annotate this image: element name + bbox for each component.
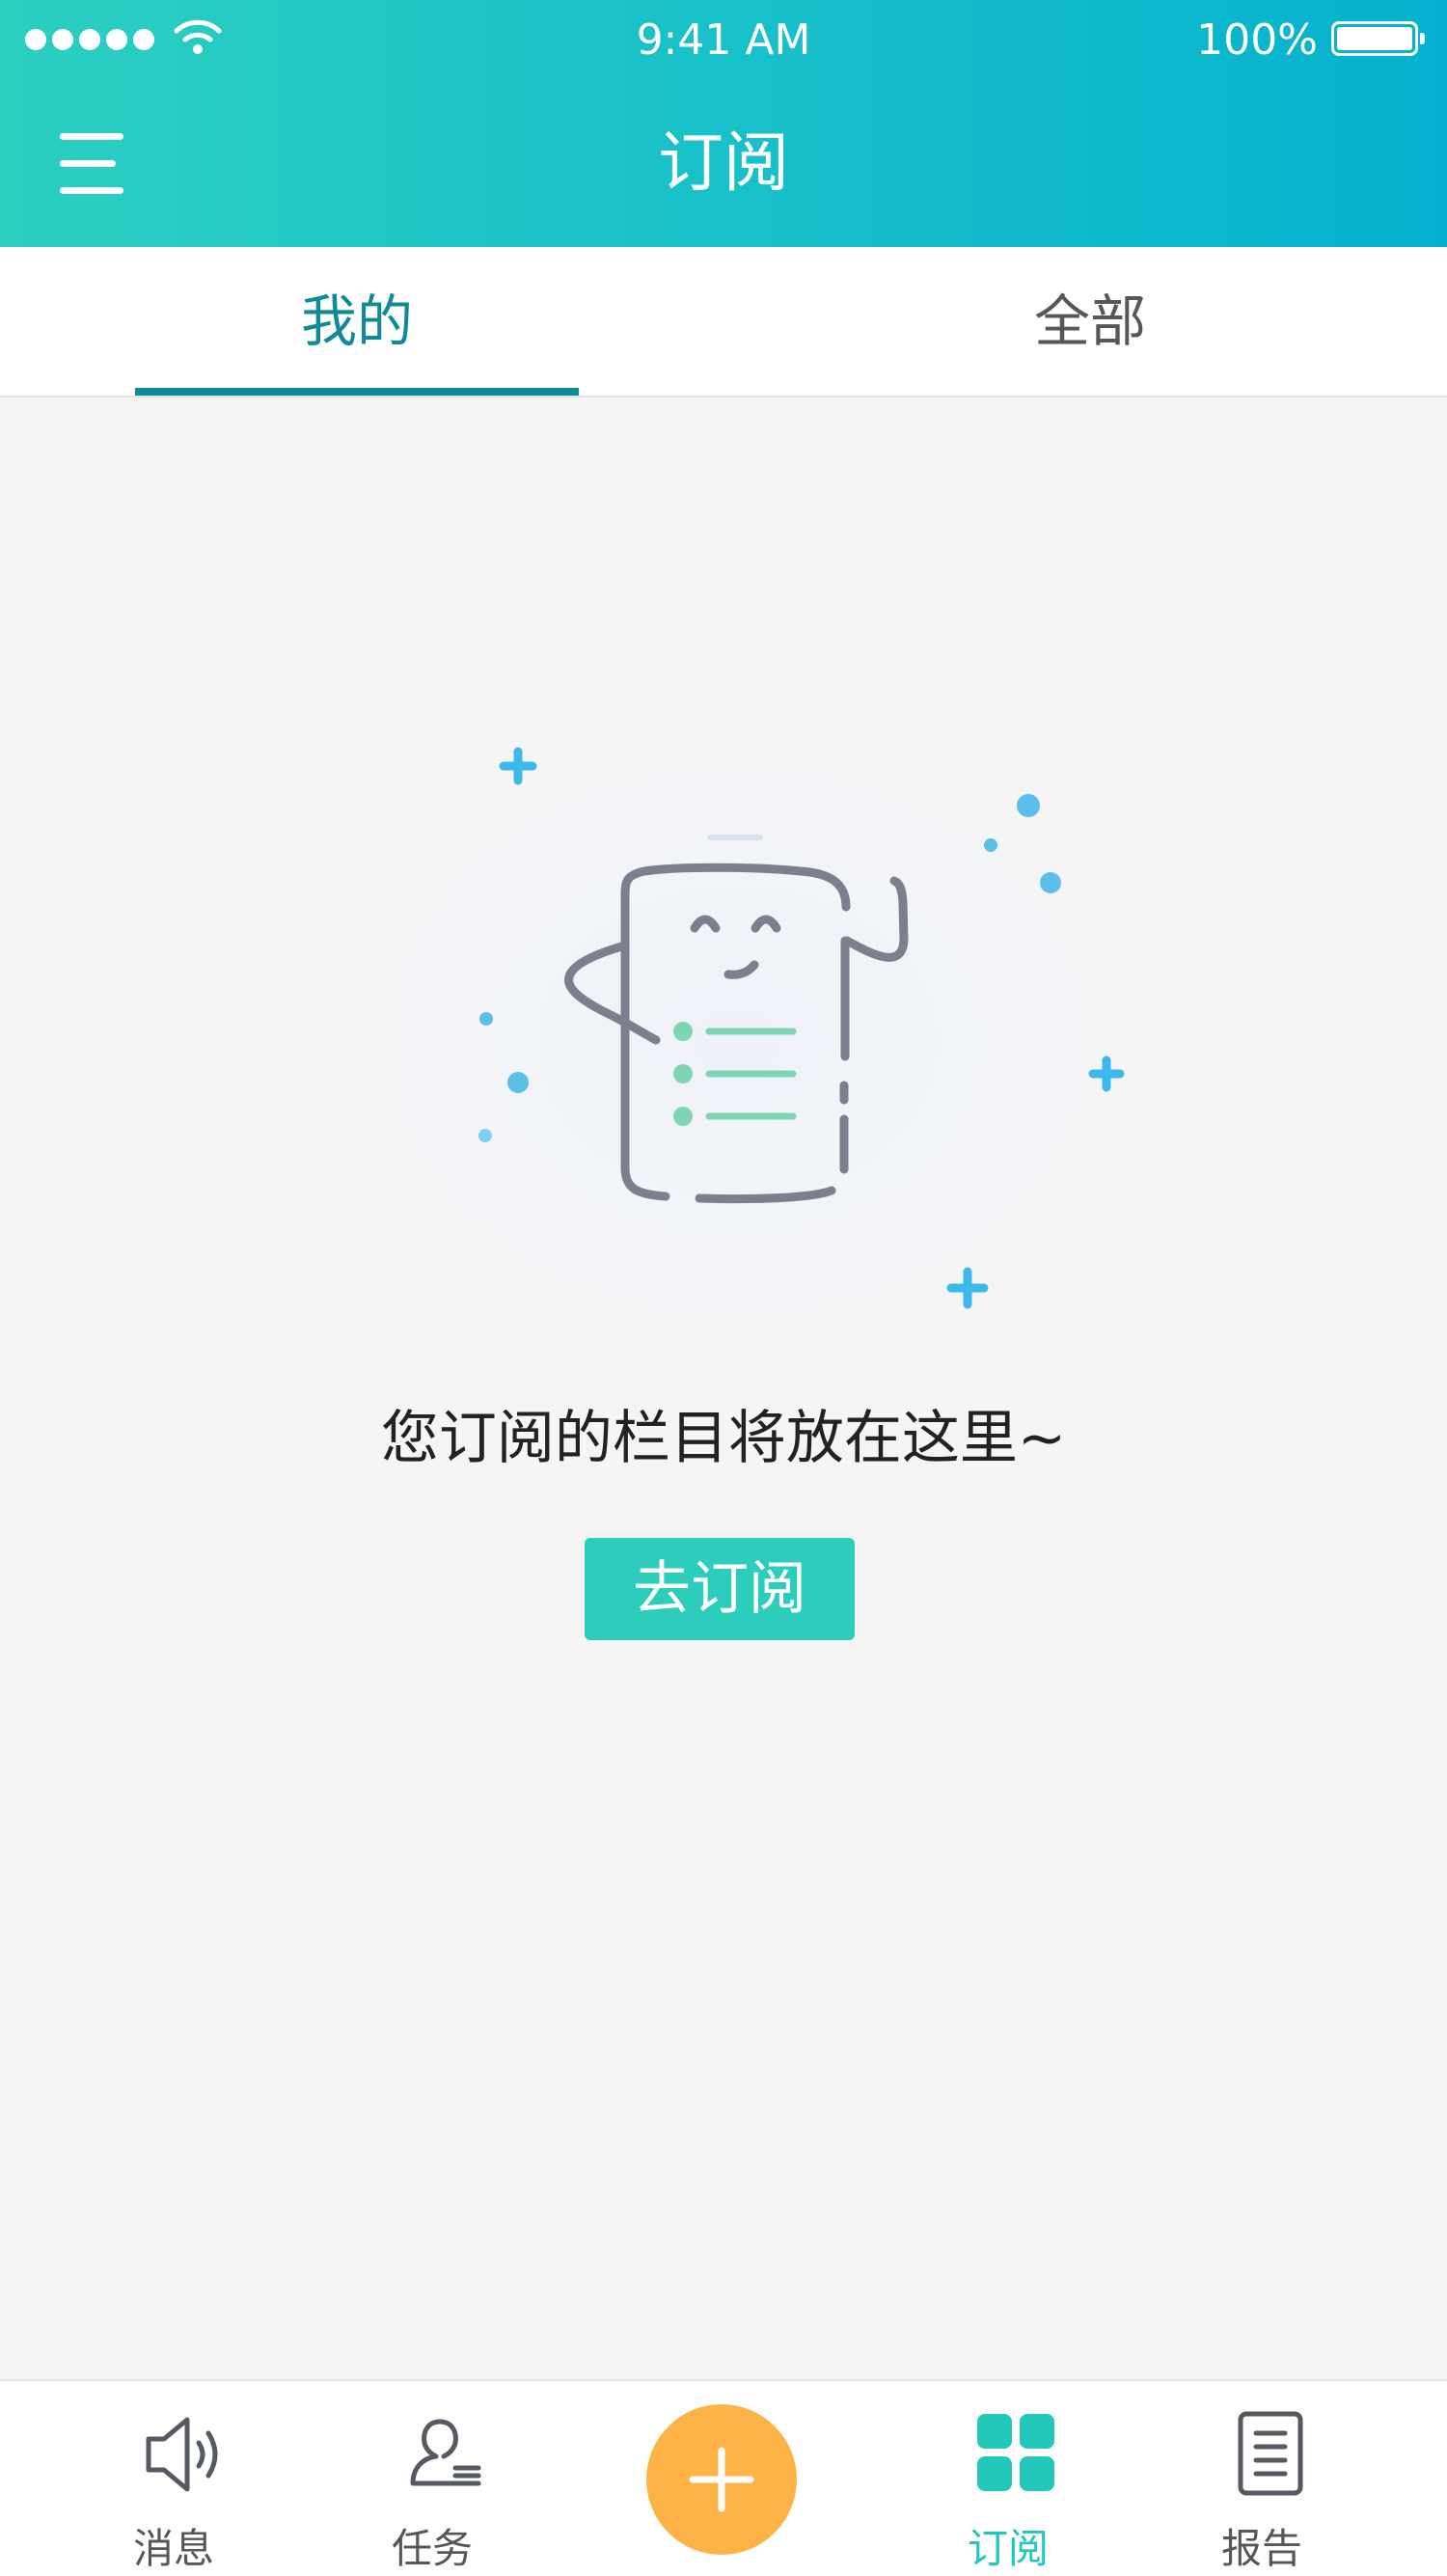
tab-label-messages: 消息 [132,2525,214,2572]
tab-subscriptions[interactable]: 订阅 [921,2381,1095,2576]
plus-icon [689,2447,754,2512]
tab-label-tasks: 任务 [391,2525,473,2572]
tab-reports[interactable]: 报告 [1175,2381,1349,2576]
empty-state-message: 您订阅的栏目将放在这里~ [380,1405,1067,1472]
report-document-icon [1238,2411,1303,2496]
tab-tasks[interactable]: 任务 [345,2381,519,2576]
grid-icon [977,2414,1054,2491]
speaker-icon [146,2417,218,2492]
tab-label-reports: 报告 [1220,2525,1302,2572]
user-task-icon [410,2419,481,2486]
go-subscribe-button[interactable]: 去订阅 [585,1538,855,1640]
tab-label-subscriptions: 订阅 [967,2525,1049,2572]
document-mascot-illustration [333,724,1143,1360]
bottom-tab-bar: 消息 任务 订阅 报告 [0,2379,1447,2576]
tab-messages[interactable]: 消息 [87,2381,260,2576]
add-button[interactable] [646,2404,797,2555]
